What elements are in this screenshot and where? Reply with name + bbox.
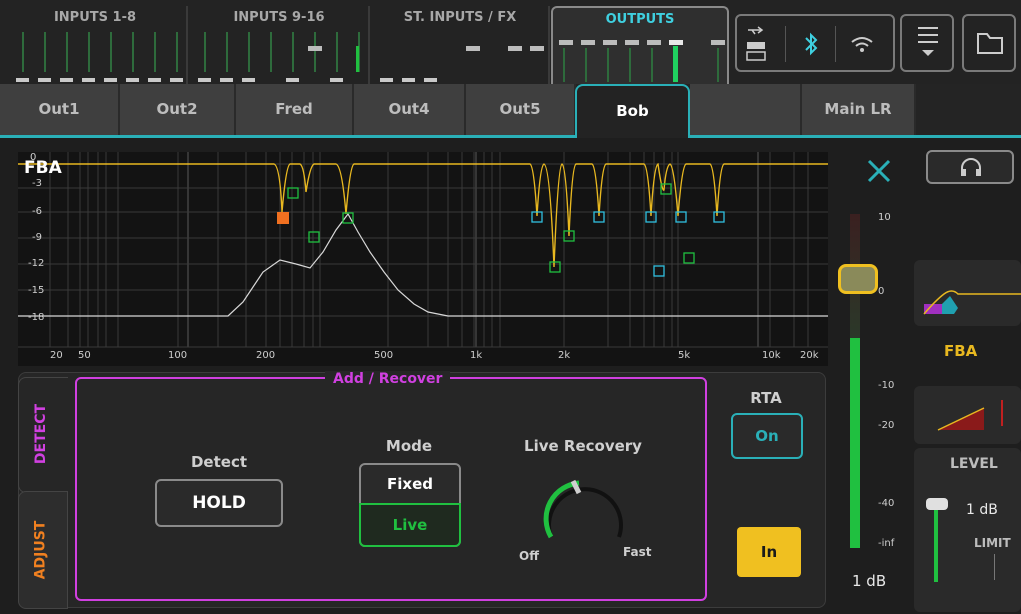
tab-out4[interactable]: Out4: [354, 84, 466, 135]
tab-detect-label: DETECT: [33, 403, 50, 465]
scale-label: -40: [878, 498, 895, 509]
level-fader-knob[interactable]: [926, 498, 948, 510]
scale-label: 10: [878, 212, 891, 223]
y-label: -12: [28, 258, 45, 269]
x-label: 20: [50, 350, 63, 361]
limit-indicator: [994, 554, 995, 580]
fba-logo[interactable]: FBA: [944, 342, 977, 360]
bank-label: OUTPUTS: [605, 12, 675, 27]
y-label: -15: [28, 285, 45, 296]
x-label: 20k: [800, 350, 819, 361]
scale-label: -10: [878, 380, 895, 391]
group-title: Add / Recover: [325, 371, 451, 387]
tab-fred[interactable]: Fred: [236, 84, 354, 135]
bank-label: INPUTS 9-16: [233, 10, 325, 25]
level-meter-fill: [850, 338, 860, 548]
tab-detect[interactable]: DETECT: [18, 377, 68, 493]
x-label: 10k: [762, 350, 781, 361]
scale-label: -20: [878, 420, 895, 431]
y-label: -18: [28, 312, 45, 323]
live-recovery-knob[interactable]: [535, 469, 635, 559]
x-label: 2k: [558, 350, 571, 361]
y-label: 0: [30, 152, 37, 163]
bank-inputs-1-8[interactable]: INPUTS 1-8: [4, 6, 188, 84]
wifi-icon: [849, 32, 875, 56]
live-recovery-label: Live Recovery: [524, 437, 642, 455]
limiter-thumbnail[interactable]: [914, 386, 1021, 444]
level-section: LEVEL 1 dB LIMIT: [914, 448, 1021, 612]
level-label: LEVEL: [950, 456, 998, 472]
fba-graph[interactable]: FBA 0 -3 -6 -9 -12 -15 -18 20 50 100 200…: [18, 152, 828, 366]
limit-label: LIMIT: [974, 536, 1011, 550]
in-button[interactable]: In: [737, 527, 801, 577]
bank-inputs-9-16[interactable]: INPUTS 9-16: [190, 6, 370, 84]
fba-panel: DETECT ADJUST Add / Recover Detect HOLD …: [18, 371, 826, 609]
headphone-button[interactable]: [926, 150, 1014, 184]
knob-max-label: Fast: [623, 545, 652, 559]
knob-min-label: Off: [519, 549, 539, 563]
status-icons-box[interactable]: [735, 14, 895, 72]
scale-label: -inf: [878, 538, 895, 549]
x-label: 1k: [470, 350, 483, 361]
level-value: 1 dB: [966, 502, 998, 518]
menu-button[interactable]: [900, 14, 954, 72]
fader-value: 1 dB: [852, 572, 887, 590]
tab-out5[interactable]: Out5: [466, 84, 576, 135]
x-label: 500: [374, 350, 394, 361]
main-fader-knob[interactable]: [838, 264, 878, 294]
bank-st-inputs-fx[interactable]: ST. INPUTS / FX: [372, 6, 550, 84]
bank-label: ST. INPUTS / FX: [403, 10, 517, 25]
bank-label: INPUTS 1-8: [53, 10, 137, 25]
x-label: 100: [168, 350, 188, 361]
level-meter: [934, 508, 938, 582]
y-label: -3: [32, 178, 42, 189]
tab-main-lr[interactable]: Main LR: [802, 84, 916, 135]
top-bar: INPUTS 1-8 INPUTS 9-16 ST. INPUTS / FX O…: [0, 0, 1021, 84]
mode-fixed[interactable]: Fixed: [361, 465, 459, 503]
folder-icon: [976, 30, 1004, 60]
rta-on-button[interactable]: On: [731, 413, 803, 459]
tab-out1[interactable]: Out1: [0, 84, 120, 135]
channel-tabs: Out1 Out2 Fred Out4 Out5 Bob Main LR: [0, 84, 1021, 138]
x-label: 5k: [678, 350, 691, 361]
tab-adjust-label: ADJUST: [32, 520, 49, 580]
hold-button[interactable]: HOLD: [155, 479, 283, 527]
detect-label: Detect: [190, 453, 248, 471]
scale-label: 0: [878, 286, 885, 297]
y-label: -6: [32, 206, 42, 217]
x-label: 50: [78, 350, 91, 361]
tab-empty[interactable]: [690, 84, 802, 135]
mode-live[interactable]: Live: [359, 503, 461, 547]
bank-outputs[interactable]: OUTPUTS: [551, 6, 729, 84]
right-panel: FBA LEVEL 1 dB LIMIT: [914, 146, 1021, 614]
usb-sd-icon: [745, 24, 767, 64]
mode-label: Mode: [385, 437, 433, 455]
fba-graph-svg: [18, 152, 828, 348]
tab-out2[interactable]: Out2: [120, 84, 236, 135]
bluetooth-icon: [801, 30, 821, 58]
fader-column: 10 0 -10 -20 -40 -inf 1 dB: [832, 152, 912, 612]
close-icon[interactable]: [866, 158, 892, 188]
rta-label: RTA: [750, 389, 782, 407]
y-label: -9: [32, 232, 42, 243]
x-label: 200: [256, 350, 276, 361]
menu-icon: [916, 24, 940, 68]
tab-adjust[interactable]: ADJUST: [18, 491, 68, 609]
tab-bob[interactable]: Bob: [575, 84, 690, 138]
folder-button[interactable]: [962, 14, 1016, 72]
headphone-icon: [958, 156, 984, 182]
eq-thumbnail[interactable]: [914, 260, 1021, 326]
